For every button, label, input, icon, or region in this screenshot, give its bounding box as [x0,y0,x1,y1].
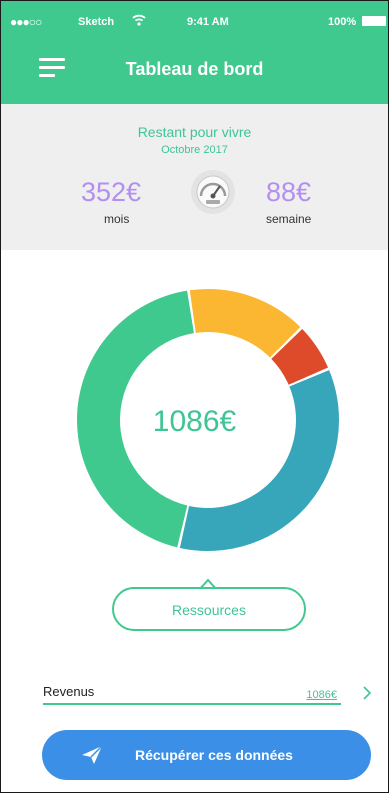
monthly-amount: 352€ [81,177,142,207]
speedometer-icon [191,170,235,214]
battery-percent: 100% [328,16,357,28]
cta-label: Récupérer ces données [135,747,293,763]
carrier-name: Sketch [78,16,115,28]
weekly-amount: 88€ [266,177,312,207]
budget-summary: Restant pour vivre Octobre 2017 352€ moi… [1,104,388,250]
summary-month: Octobre 2017 [161,144,228,156]
send-icon [82,745,103,764]
header: ●●●○○ Sketch 9:41 AM 100% Tableau de bor… [1,1,388,104]
status-time: 9:41 AM [187,16,229,28]
page-title: Tableau de bord [125,59,264,79]
monthly-label: mois [104,212,130,226]
weekly-label: semaine [266,212,312,226]
revenus-row[interactable]: Revenus 1086€ [43,679,383,709]
status-bar: ●●●○○ Sketch 9:41 AM 100% [1,1,388,39]
revenus-label: Revenus [43,684,95,699]
donut-segment-blue [179,370,339,551]
summary-title: Restant pour vivre [137,124,252,140]
donut-total: 1086€ [152,405,237,438]
battery-icon [362,16,386,26]
app-screen: ●●●○○ Sketch 9:41 AM 100% Tableau de bor… [0,0,389,793]
signal-indicator: ●●●○○ [10,15,42,29]
revenus-underline [43,703,341,705]
wifi-icon [132,14,146,26]
revenus-value: 1086€ [306,689,337,701]
ressources-button[interactable]: Ressources [112,587,306,631]
ressources-label: Ressources [172,602,246,618]
recuperer-donnees-button[interactable]: Récupérer ces données [42,730,371,780]
resources-chart: 1086€ [1,250,388,580]
chevron-right-icon[interactable] [361,685,373,701]
